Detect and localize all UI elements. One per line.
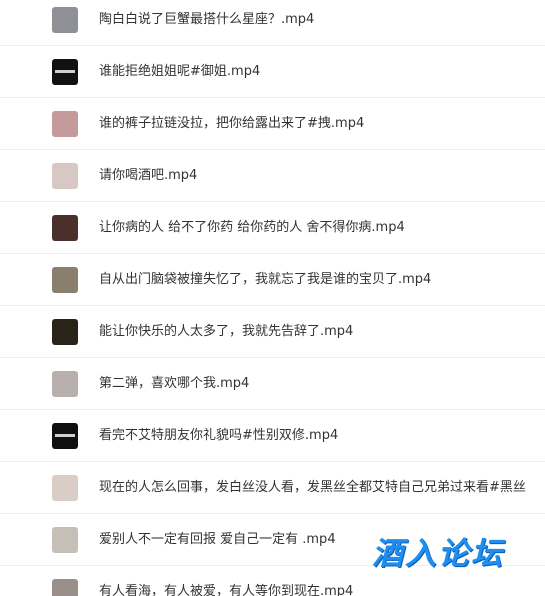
file-row[interactable]: 自从出门脑袋被撞失忆了，我就忘了我是谁的宝贝了.mp4 (0, 254, 545, 306)
file-name[interactable]: 让你病的人 给不了你药 给你药的人 舍不得你病.mp4 (99, 202, 405, 254)
file-list: 陶白白说了巨蟹最搭什么星座？.mp4 谁能拒绝姐姐呢#御姐.mp4 谁的裤子拉链… (0, 0, 545, 596)
video-thumbnail (52, 319, 78, 345)
video-thumbnail (52, 59, 78, 85)
file-row[interactable]: 请你喝酒吧.mp4 (0, 150, 545, 202)
file-row[interactable]: 陶白白说了巨蟹最搭什么星座？.mp4 (0, 0, 545, 46)
video-thumbnail (52, 111, 78, 137)
video-thumbnail (52, 215, 78, 241)
file-name[interactable]: 陶白白说了巨蟹最搭什么星座？.mp4 (99, 0, 314, 46)
file-row[interactable]: 谁能拒绝姐姐呢#御姐.mp4 (0, 46, 545, 98)
site-watermark: 酒入论坛 (372, 536, 504, 572)
video-thumbnail (52, 475, 78, 501)
file-name[interactable]: 现在的人怎么回事，发白丝没人看，发黑丝全都艾特自己兄弟过来看#黑丝 (99, 462, 526, 514)
file-row[interactable]: 第二弹，喜欢哪个我.mp4 (0, 358, 545, 410)
file-name[interactable]: 看完不艾特朋友你礼貌吗#性别双修.mp4 (99, 410, 338, 462)
video-thumbnail (52, 7, 78, 33)
file-name[interactable]: 有人看海，有人被爱，有人等你到现在.mp4 (99, 566, 353, 596)
file-row[interactable]: 现在的人怎么回事，发白丝没人看，发黑丝全都艾特自己兄弟过来看#黑丝 (0, 462, 545, 514)
file-row[interactable]: 能让你快乐的人太多了，我就先告辞了.mp4 (0, 306, 545, 358)
file-name[interactable]: 爱别人不一定有回报 爱自己一定有 .mp4 (99, 514, 336, 566)
video-thumbnail (52, 163, 78, 189)
video-thumbnail (52, 579, 78, 596)
file-name[interactable]: 请你喝酒吧.mp4 (99, 150, 197, 202)
file-name[interactable]: 自从出门脑袋被撞失忆了，我就忘了我是谁的宝贝了.mp4 (99, 254, 431, 306)
video-thumbnail (52, 527, 78, 553)
file-row[interactable]: 谁的裤子拉链没拉，把你给露出来了#拽.mp4 (0, 98, 545, 150)
file-row[interactable]: 让你病的人 给不了你药 给你药的人 舍不得你病.mp4 (0, 202, 545, 254)
file-name[interactable]: 第二弹，喜欢哪个我.mp4 (99, 358, 249, 410)
file-row[interactable]: 看完不艾特朋友你礼貌吗#性别双修.mp4 (0, 410, 545, 462)
file-name[interactable]: 谁能拒绝姐姐呢#御姐.mp4 (99, 46, 260, 98)
file-name[interactable]: 谁的裤子拉链没拉，把你给露出来了#拽.mp4 (99, 98, 364, 150)
video-thumbnail (52, 423, 78, 449)
video-thumbnail (52, 267, 78, 293)
file-name[interactable]: 能让你快乐的人太多了，我就先告辞了.mp4 (99, 306, 353, 358)
video-thumbnail (52, 371, 78, 397)
